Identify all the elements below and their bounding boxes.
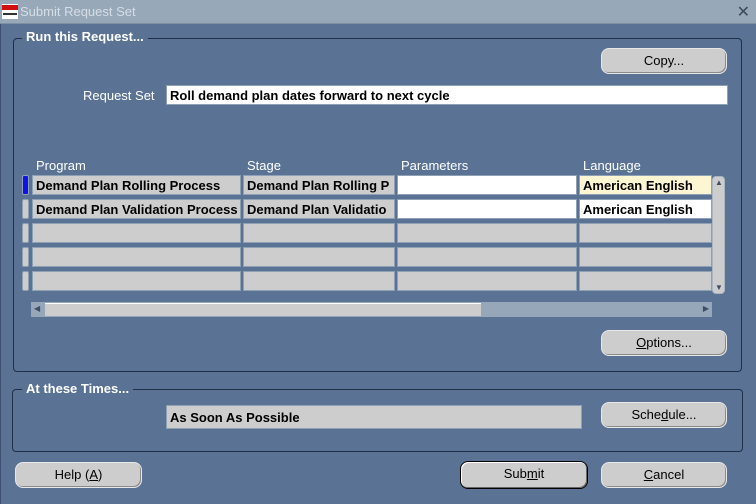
schedule-button[interactable]: Schedule... [601,402,727,428]
window-title: Submit Request Set [20,4,136,19]
column-header-parameters: Parameters [401,158,469,173]
scroll-down-icon[interactable]: ▼ [715,283,723,292]
column-header-language: Language [583,158,641,173]
cell-stage[interactable] [243,247,395,267]
cell-parameters[interactable] [397,199,577,219]
vertical-scrollbar[interactable]: ▲ ▼ [712,176,725,294]
cell-program[interactable] [32,223,241,243]
cell-program[interactable]: Demand Plan Rolling Process [32,175,241,195]
horizontal-scrollbar[interactable]: ◀ ▶ [31,302,712,317]
cell-parameters[interactable] [397,247,577,267]
copy-button[interactable]: Copy... [601,48,727,74]
cell-program[interactable] [32,271,241,291]
request-set-label: Request Set [83,88,155,103]
cell-stage[interactable]: Demand Plan Validatio [243,199,395,219]
row-selector[interactable] [22,223,29,243]
request-set-input[interactable]: Roll demand plan dates forward to next c… [166,85,728,105]
column-header-stage: Stage [247,158,281,173]
cell-language[interactable] [579,223,712,243]
row-selector[interactable] [22,247,29,267]
cell-program[interactable] [32,247,241,267]
scroll-left-icon[interactable]: ◀ [34,304,40,313]
cell-stage[interactable]: Demand Plan Rolling P [243,175,395,195]
help-button[interactable]: Help (A) [15,462,142,488]
row-selector[interactable] [22,271,29,291]
oracle-logo-icon [2,4,18,19]
submit-button[interactable]: Submit [460,461,588,489]
cell-language[interactable]: American English [579,199,712,219]
cell-language[interactable]: American English [579,175,712,195]
cell-parameters[interactable] [397,271,577,291]
cell-stage[interactable] [243,271,395,291]
scroll-right-icon[interactable]: ▶ [703,304,709,313]
window-frame [0,24,1,504]
run-request-title: Run this Request... [22,29,148,44]
close-icon[interactable]: ✕ [737,2,750,21]
cell-parameters[interactable] [397,175,577,195]
row-selector[interactable] [22,175,29,195]
cell-language[interactable] [579,247,712,267]
times-title: At these Times... [22,381,134,396]
column-header-program: Program [36,158,86,173]
schedule-display: As Soon As Possible [166,405,582,429]
cell-stage[interactable] [243,223,395,243]
cancel-button[interactable]: Cancel [601,462,727,488]
cell-language[interactable] [579,271,712,291]
cell-parameters[interactable] [397,223,577,243]
options-button[interactable]: Options... [601,330,727,356]
title-bar: Submit Request Set ✕ [0,0,756,24]
horizontal-scroll-thumb[interactable] [45,303,481,316]
cell-program[interactable]: Demand Plan Validation Process [32,199,241,219]
row-selector[interactable] [22,199,29,219]
scroll-up-icon[interactable]: ▲ [715,178,723,187]
